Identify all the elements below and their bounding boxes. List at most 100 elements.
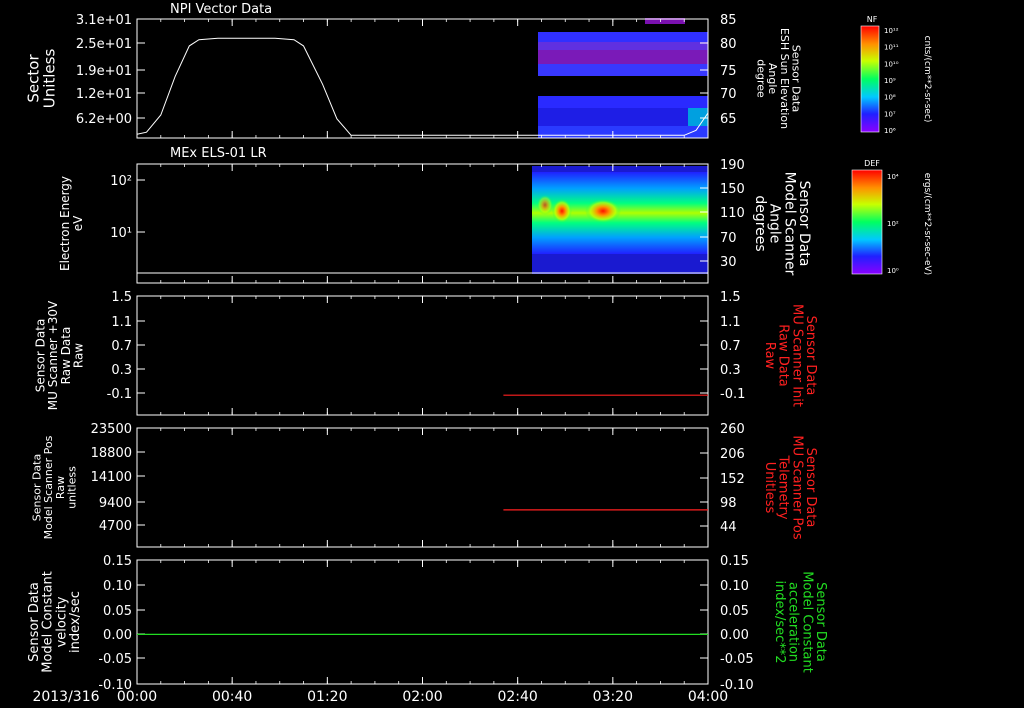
colorbar-def: DEF 10⁴ 10² 10⁰ ergs/(cm**2-sr-sec-eV) <box>851 159 932 275</box>
y-tick-label: 0.00 <box>720 628 749 643</box>
y-tick-label: 1.5 <box>720 290 741 305</box>
y-tick-label: 150 <box>720 182 745 197</box>
colorbar-label: DEF <box>864 159 880 168</box>
colorbar-tick-label: 10⁶ <box>884 127 896 135</box>
y-tick-label: 75 <box>720 64 737 79</box>
y-axis-label: eV <box>71 215 85 231</box>
y-tick-label: 9400 <box>99 496 132 511</box>
y-tick-label: 30 <box>720 255 737 270</box>
y-tick-label: 0.3 <box>111 363 132 378</box>
date-label: 2013/316 <box>32 689 99 705</box>
heatmap-block <box>538 108 688 126</box>
panel-mu-30v: 1.5 1.1 0.7 0.3 -0.1 1.5 1.1 0.7 0.3 -0.1 <box>107 290 745 416</box>
heatmap-block <box>538 96 708 108</box>
colorbar-tick-label: 10⁸ <box>884 94 896 102</box>
y-axis-label: Unitless <box>762 462 777 514</box>
y-tick-label: 0.00 <box>103 628 132 643</box>
x-tick-label: 02:00 <box>402 689 442 705</box>
y-tick-label: 18800 <box>91 446 132 461</box>
colorbar-tick-label: 10⁷ <box>884 110 896 118</box>
y-tick-label: 110 <box>720 206 745 221</box>
colorbar-tick-label: 10⁹ <box>884 77 896 85</box>
heatmap-hotspot <box>552 199 572 223</box>
y-tick-label: 65 <box>720 112 737 127</box>
x-tick-label: 04:00 <box>688 689 728 705</box>
y-tick-label: 0.15 <box>103 554 132 569</box>
heatmap-block <box>538 42 708 50</box>
y-tick-label: -0.05 <box>720 652 754 667</box>
y-tick-label: 0.7 <box>111 339 132 354</box>
y-tick-label: 260 <box>720 422 745 437</box>
y-tick-label: 0.10 <box>720 579 749 594</box>
y-tick-label: 23500 <box>91 422 132 437</box>
colorbar-tick-label: 10¹¹ <box>884 44 899 52</box>
colorbar-unit: cnts/(cm**2-sr-sec) <box>922 36 932 123</box>
y-tick-label: 4700 <box>99 519 132 534</box>
heatmap-hotspot <box>537 195 553 215</box>
y-axis-label: Raw <box>71 343 85 368</box>
y-axis-label: Angle <box>767 204 783 244</box>
y-tick-label: 80 <box>720 37 737 52</box>
y-tick-label: 1.1 <box>111 315 132 330</box>
y-tick-label: -0.1 <box>720 387 745 402</box>
heatmap-els <box>532 166 708 274</box>
y-tick-label: -0.1 <box>107 387 132 402</box>
y-axis-label: degree <box>755 59 768 98</box>
y-tick-label: -0.05 <box>98 652 132 667</box>
plot-canvas: NPI Vector Data 3.1e+01 2.5e+01 1.9e+01 1.2… <box>25 2 932 705</box>
y-axis-label: index/sec**2 <box>772 580 787 663</box>
y-tick-label: 10² <box>110 174 132 189</box>
heatmap-block <box>538 64 708 76</box>
y-tick-label: 3.1e+01 <box>76 13 132 28</box>
panel-title: MEx ELS-01 LR <box>170 146 267 161</box>
y-tick-label: 1.9e+01 <box>76 64 132 79</box>
colorbar-tick-label: 10⁴ <box>887 173 899 181</box>
heatmap-npi <box>538 18 708 138</box>
y-axis-label: Unitless <box>40 49 58 109</box>
x-tick-label: 00:00 <box>117 689 157 705</box>
y-axis-label: index/sec <box>68 591 83 653</box>
y-tick-label: 0.3 <box>720 363 741 378</box>
y-tick-label: 0.10 <box>103 579 132 594</box>
panel-velocity: 0.150.100.050.00-0.05-0.10 0.150.100.050… <box>98 554 753 693</box>
y-tick-label: 0.05 <box>720 604 749 619</box>
y-tick-label: 0.05 <box>103 604 132 619</box>
x-tick-label: 03:20 <box>593 689 633 705</box>
y-tick-label: 44 <box>720 520 737 535</box>
colorbar-gradient <box>852 170 882 274</box>
y-tick-label: 85 <box>720 13 737 28</box>
colorbar-tick-label: 10¹² <box>884 27 899 35</box>
y-tick-label: 14100 <box>91 470 132 485</box>
x-tick-label: 00:40 <box>212 689 252 705</box>
panel-els: MEx ELS-01 LR 10² 10¹ 190 150 110 70 30 <box>110 146 745 284</box>
y-tick-label: 70 <box>720 231 737 246</box>
y-axis-label: Model Scanner <box>781 172 797 276</box>
y-axis-label: degrees <box>752 195 768 251</box>
colorbar-nf: NF 10¹² 10¹¹ 10¹⁰ 10⁹ 10⁸ 10⁷ 10⁶ cnts/(cm**2-… <box>860 15 932 135</box>
y-tick-label: 10¹ <box>110 226 132 241</box>
y-tick-label: 98 <box>720 496 737 511</box>
axis-box <box>136 559 709 685</box>
y-axis-label: Raw <box>762 342 777 370</box>
colorbar-tick-label: 10¹⁰ <box>884 60 899 68</box>
y-axis-label: unitless <box>65 466 78 509</box>
y-tick-label: 0.7 <box>720 339 741 354</box>
y-tick-label: 190 <box>720 158 745 173</box>
panel-title: NPI Vector Data <box>170 2 272 17</box>
x-tick-label: 01:20 <box>307 689 347 705</box>
heatmap-block <box>538 32 708 42</box>
axis-box <box>136 295 709 416</box>
panel-npi: NPI Vector Data 3.1e+01 2.5e+01 1.9e+01 1.2… <box>76 2 737 139</box>
y-tick-label: 0.15 <box>720 554 749 569</box>
x-tick-label: 02:40 <box>497 689 537 705</box>
heatmap-block <box>538 126 708 138</box>
colorbar-label: NF <box>867 15 878 24</box>
y-tick-label: 1.1 <box>720 315 741 330</box>
colorbar-unit: ergs/(cm**2-sr-sec-eV) <box>922 173 932 275</box>
y-tick-label: 70 <box>720 87 737 102</box>
y-tick-label: 2.5e+01 <box>76 37 132 52</box>
y-tick-label: 206 <box>720 447 745 462</box>
colorbar-tick-label: 10² <box>887 220 899 228</box>
y-axis-label: Sensor Data <box>796 181 812 267</box>
colorbar-tick-label: 10⁰ <box>887 267 899 275</box>
